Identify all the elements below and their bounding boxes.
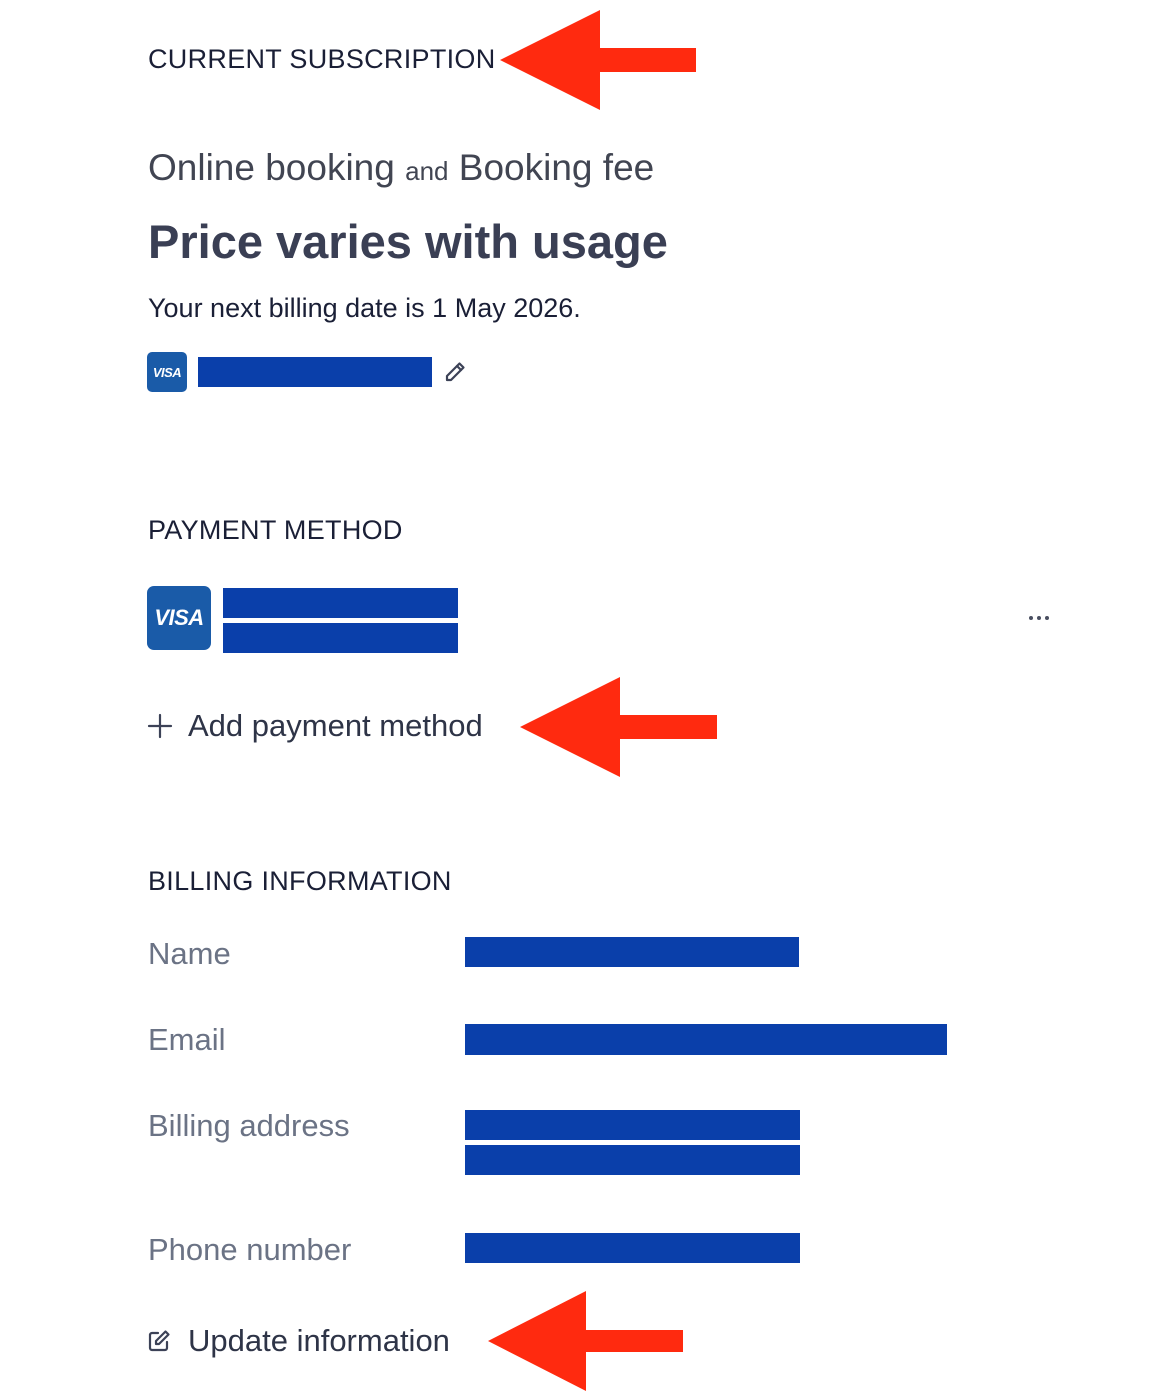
more-dot [1029,616,1033,620]
product-connector: and [405,156,449,186]
more-options-button[interactable] [1022,606,1056,630]
billing-phone-label: Phone number [148,1232,352,1267]
billing-information-heading: BILLING INFORMATION [148,866,452,896]
current-subscription-heading: CURRENT SUBSCRIPTION [148,44,496,74]
billing-address-line1-redacted [465,1110,800,1140]
add-payment-method-button[interactable]: Add payment method [146,706,483,746]
billing-name-label: Name [148,936,231,971]
product-secondary: Booking fee [458,147,655,188]
subscription-card-redacted [198,357,432,387]
product-main: Online booking [148,147,395,188]
payment-method-heading: PAYMENT METHOD [148,515,403,545]
annotation-arrow-subscription [500,10,700,110]
billing-address-label: Billing address [148,1108,350,1143]
annotation-arrow-payment [520,677,720,777]
billing-email-label: Email [148,1022,226,1057]
visa-card-icon-large: VISA [147,586,211,650]
annotation-arrow-billing [488,1291,688,1391]
billing-phone-redacted [465,1233,800,1263]
edit-square-icon [147,1329,171,1353]
more-dot [1037,616,1041,620]
update-information-label: Update information [188,1323,450,1358]
payment-card-line2-redacted [223,623,458,653]
billing-name-redacted [465,937,799,967]
price-text: Price varies with usage [148,215,668,268]
add-payment-method-label: Add payment method [188,708,483,743]
billing-email-redacted [465,1024,947,1055]
plus-icon [146,712,174,740]
payment-card-line1-redacted [223,588,458,618]
visa-card-icon: VISA [147,352,187,392]
subscription-product: Online booking and Booking fee [148,147,654,189]
pencil-icon[interactable] [440,358,470,386]
billing-address-line2-redacted [465,1145,800,1175]
more-dot [1045,616,1049,620]
update-information-button[interactable]: Update information [147,1321,450,1361]
next-billing-date: Your next billing date is 1 May 2026. [148,293,581,323]
